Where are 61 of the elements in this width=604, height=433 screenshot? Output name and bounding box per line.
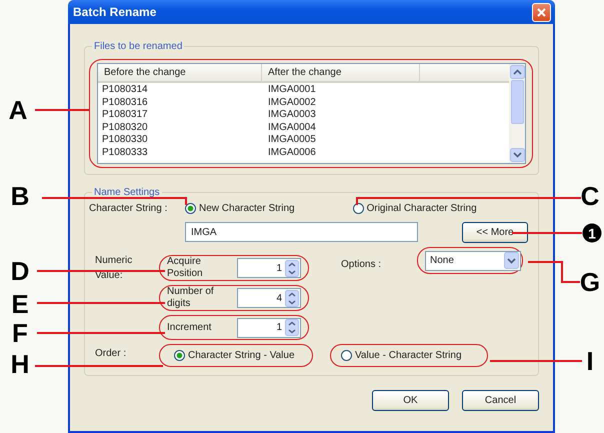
- callout-label: B: [10, 183, 30, 209]
- input-field[interactable]: IMGA: [185, 222, 418, 242]
- table-cell-text: IMGA0001: [267, 84, 317, 96]
- leader-line: [528, 261, 580, 283]
- table-cell-text: P1080330: [101, 134, 149, 146]
- table-cell-text: IMGA0006: [267, 146, 317, 159]
- table-cell-text: P1080314: [101, 84, 149, 96]
- radio-option[interactable]: Character String - Value: [174, 350, 295, 361]
- spinner-icon[interactable]: [285, 290, 299, 306]
- scroll-up-icon[interactable]: [510, 65, 524, 79]
- scroll-down-icon[interactable]: [510, 148, 524, 162]
- callout-label: E: [11, 291, 29, 317]
- radio-icon[interactable]: [352, 202, 364, 214]
- radio-option[interactable]: Original Character String: [352, 202, 477, 214]
- table-cell-text: IMGA0005: [267, 134, 317, 146]
- caret-icon[interactable]: [504, 252, 519, 269]
- radio-option[interactable]: New Character String: [185, 202, 295, 214]
- radio-icon[interactable]: [341, 350, 352, 361]
- radio-option[interactable]: Value - Character String: [341, 350, 462, 361]
- callout-label: F: [12, 320, 28, 346]
- cancel-button[interactable]: Cancel: [462, 390, 539, 411]
- spinner-icon[interactable]: [285, 319, 299, 336]
- group-title: Files to be renamed: [93, 41, 184, 52]
- field-label: Order :: [95, 348, 127, 359]
- table-cell-text: IMGA0004: [267, 122, 317, 134]
- window-title: Batch Rename: [73, 5, 156, 19]
- radio-icon[interactable]: [185, 202, 196, 214]
- close-button[interactable]: [532, 2, 551, 22]
- callout-label: G: [580, 269, 600, 295]
- field-label: Options :: [341, 259, 382, 270]
- callout-label: D: [10, 258, 30, 284]
- table-cell-text: P1080320: [101, 122, 149, 134]
- table-cell-text: P1080333: [101, 146, 149, 159]
- options-dropdown[interactable]: None: [425, 250, 521, 270]
- ok-button[interactable]: OK: [372, 390, 449, 411]
- callout-label: C: [580, 183, 600, 209]
- callout-label: H: [10, 351, 30, 377]
- field-label: Acquire Position: [167, 256, 204, 280]
- number-field[interactable]: 1: [237, 318, 301, 338]
- number-field[interactable]: 4: [237, 288, 301, 308]
- field-label: Character String :: [89, 202, 168, 214]
- callout-label: A: [8, 97, 28, 123]
- field-label: Number of digits: [167, 286, 215, 310]
- callout-number: 1: [582, 224, 602, 242]
- radio-icon[interactable]: [174, 350, 185, 361]
- column-header[interactable]: After the change: [262, 64, 420, 81]
- callout-label: I: [586, 348, 594, 374]
- field-label: Increment: [167, 322, 212, 334]
- table-cell-text: IMGA0002: [267, 96, 317, 109]
- number-field[interactable]: 1: [237, 258, 301, 278]
- leader-line: [512, 232, 582, 234]
- spinner-icon[interactable]: [285, 260, 299, 276]
- close-icon: [537, 8, 546, 16]
- group-title: Name Settings: [93, 187, 161, 198]
- table-cell-text: IMGA0003: [267, 109, 317, 122]
- scrollbar[interactable]: [509, 64, 525, 163]
- table-cell-text: P1080316: [101, 96, 149, 109]
- table-cell-text: P1080317: [101, 109, 149, 122]
- more-button[interactable]: << More: [462, 222, 528, 242]
- scroll-thumb[interactable]: [510, 80, 524, 124]
- column-header[interactable]: Before the change: [98, 64, 262, 81]
